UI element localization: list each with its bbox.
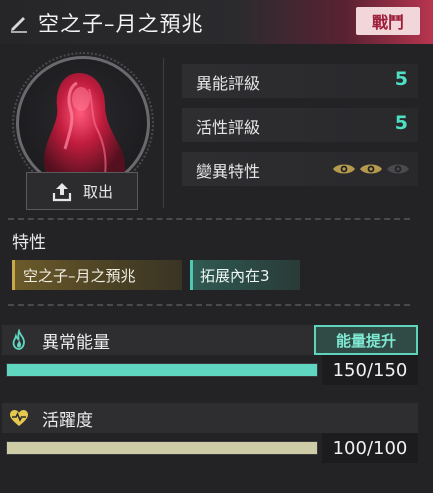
vitality-label: 活躍度 [42, 411, 93, 431]
traits-heading: 特性 [12, 233, 46, 253]
vitality-bar [6, 441, 318, 455]
eye-icon-inactive [387, 164, 409, 174]
activity-rating-row: 活性評級 5 [182, 108, 418, 142]
item-portrait [16, 56, 150, 190]
edit-icon[interactable] [8, 11, 30, 33]
mutation-trait-label: 變異特性 [196, 162, 261, 181]
take-out-label: 取出 [82, 182, 113, 201]
anomaly-rating-label: 異能評級 [196, 74, 261, 93]
trait-chip-secondary[interactable]: 拓展內在3 [190, 260, 300, 290]
anomaly-energy-label: 異常能量 [42, 333, 110, 353]
upload-icon [52, 183, 72, 202]
vitality-header: 活躍度 [2, 403, 418, 433]
take-out-button[interactable]: 取出 [26, 172, 138, 210]
item-title: 空之子–月之預兆 [38, 12, 204, 36]
vitality-bar-fill [7, 442, 317, 454]
crimson-figure-image [43, 73, 126, 187]
activity-rating-label: 活性評級 [196, 118, 261, 137]
anomaly-energy-value: 150/150 [322, 355, 418, 385]
section-divider [8, 304, 410, 306]
trait-chip-primary[interactable]: 空之子–月之預兆 [12, 260, 182, 290]
eye-icon-active [360, 164, 382, 174]
energy-boost-button[interactable]: 能量提升 [314, 325, 418, 355]
mutation-trait-row: 變異特性 [182, 152, 418, 186]
anomaly-energy-bar [6, 363, 318, 377]
anomaly-energy-bar-fill [7, 364, 317, 376]
activity-rating-value: 5 [394, 112, 408, 134]
anomaly-rating-value: 5 [394, 68, 408, 90]
type-badge: 戰鬥 [356, 7, 420, 35]
vertical-divider [163, 58, 164, 208]
eye-icon-active [333, 164, 355, 174]
section-divider [8, 218, 410, 220]
vitality-value: 100/100 [322, 433, 418, 463]
item-header: 空之子–月之預兆 戰鬥 [0, 0, 433, 44]
anomaly-rating-row: 異能評級 5 [182, 64, 418, 98]
flame-icon [12, 329, 25, 350]
mutation-eye-indicators [332, 161, 410, 177]
heart-pulse-icon [10, 410, 28, 426]
